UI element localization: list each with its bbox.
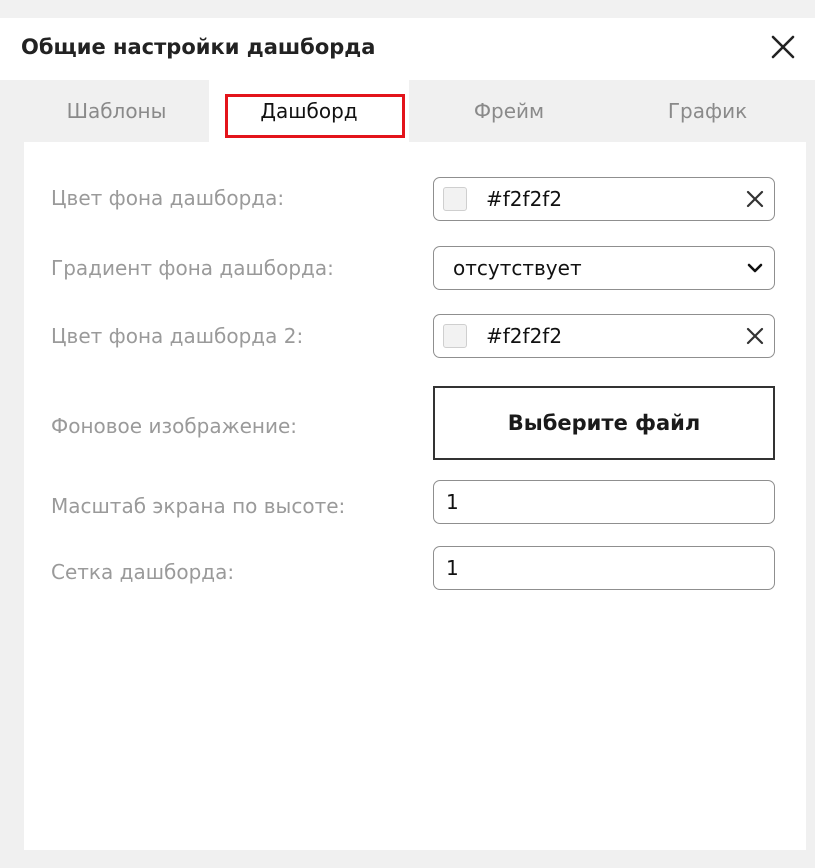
dashboard-settings-panel: Цвет фона дашборда: #f2f2f2 Градиент фон… bbox=[24, 142, 806, 850]
clear-icon[interactable] bbox=[745, 189, 765, 209]
grid-value[interactable]: 1 bbox=[446, 547, 459, 589]
grid-input[interactable]: 1 bbox=[433, 546, 775, 590]
bg-gradient-select[interactable]: отсутствует bbox=[433, 246, 775, 290]
bg-gradient-value[interactable]: отсутствует bbox=[453, 247, 582, 289]
height-scale-value[interactable]: 1 bbox=[446, 481, 459, 523]
height-scale-input[interactable]: 1 bbox=[433, 480, 775, 524]
dialog-title: Общие настройки дашборда bbox=[21, 35, 376, 59]
bg-color-2-value[interactable]: #f2f2f2 bbox=[486, 315, 562, 357]
bg-color-swatch[interactable] bbox=[443, 187, 467, 211]
dashboard-settings-dialog: Общие настройки дашборда Шаблоны Дашборд… bbox=[0, 18, 815, 868]
bg-color-label: Цвет фона дашборда: bbox=[51, 186, 285, 210]
bg-color-2-swatch[interactable] bbox=[443, 324, 467, 348]
grid-label: Сетка дашборда: bbox=[51, 560, 235, 584]
close-icon[interactable] bbox=[766, 30, 800, 64]
clear-icon[interactable] bbox=[745, 326, 765, 346]
tab-templates[interactable]: Шаблоны bbox=[24, 80, 209, 142]
tab-frame[interactable]: Фрейм bbox=[409, 80, 609, 142]
bg-gradient-label: Градиент фона дашборда: bbox=[51, 256, 334, 280]
bg-color-2-label: Цвет фона дашборда 2: bbox=[51, 324, 304, 348]
chevron-down-icon[interactable] bbox=[746, 260, 764, 276]
bg-color-2-field[interactable]: #f2f2f2 bbox=[433, 314, 775, 358]
height-scale-label: Масштаб экрана по высоте: bbox=[51, 494, 346, 518]
bg-color-value[interactable]: #f2f2f2 bbox=[486, 178, 562, 220]
top-strip bbox=[0, 0, 815, 18]
bg-image-label: Фоновое изображение: bbox=[51, 414, 298, 438]
tab-chart[interactable]: График bbox=[609, 80, 806, 142]
dialog-titlebar: Общие настройки дашборда bbox=[0, 18, 815, 80]
tab-bar: Шаблоны Дашборд Фрейм График bbox=[24, 80, 806, 142]
tab-dashboard[interactable]: Дашборд bbox=[209, 80, 409, 142]
bg-color-field[interactable]: #f2f2f2 bbox=[433, 177, 775, 221]
choose-file-button[interactable]: Выберите файл bbox=[433, 386, 775, 460]
